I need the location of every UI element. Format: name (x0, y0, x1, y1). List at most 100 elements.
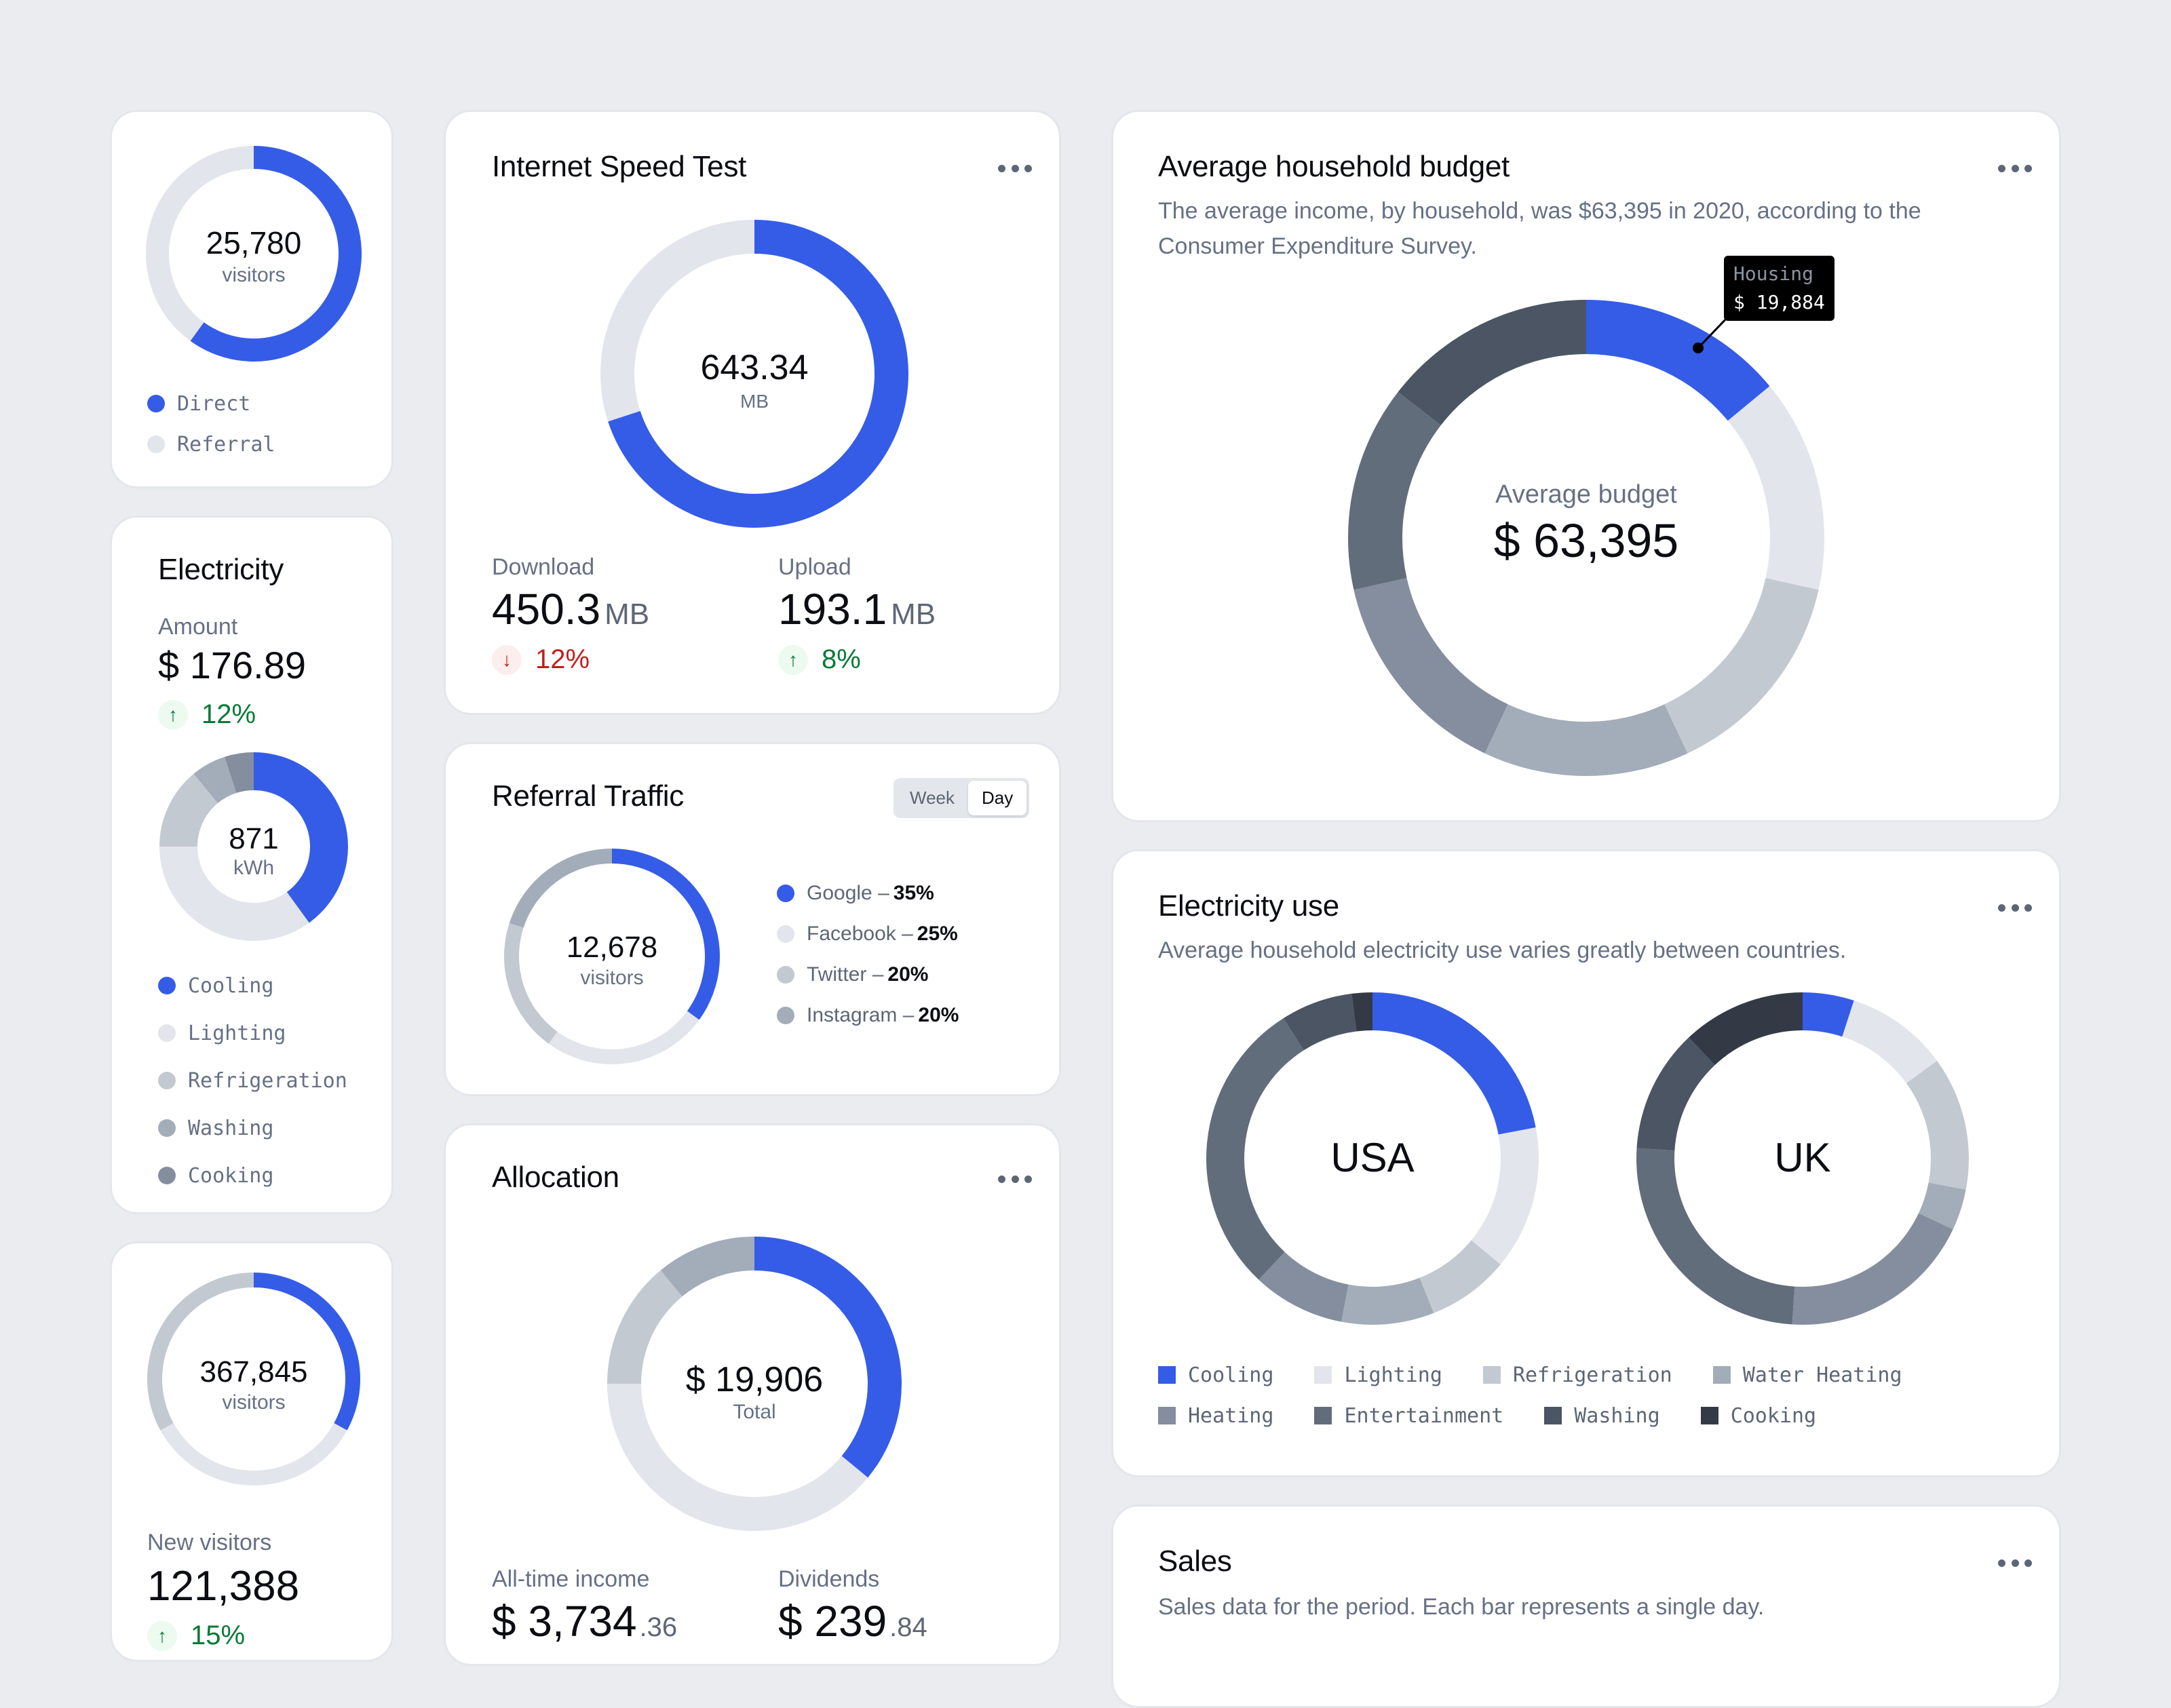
donut-center-unit: visitors (222, 1391, 285, 1414)
legend-item-facebook: Facebook –25% (777, 914, 959, 954)
donut-center-value: 643.34 (700, 348, 808, 387)
uk-donut: UK (1636, 992, 1969, 1325)
legend-label: Referral (177, 432, 275, 457)
legend-label: Twitter (807, 963, 867, 986)
speed-test-card: Internet Speed Test 643.34 MB Download 4… (444, 110, 1061, 715)
new-visitors-donut: 367,845 visitors (147, 1273, 360, 1486)
tooltip-label: Housing (1733, 263, 1814, 285)
household-budget-card: Average household budget The average inc… (1111, 110, 2061, 822)
visitors-legend: Direct Referral (147, 383, 275, 465)
legend-item-referral: Referral (147, 424, 275, 465)
legend-item-lighting: Lighting (1314, 1355, 1442, 1395)
download-unit: MB (604, 598, 650, 631)
legend-label: Heating (1188, 1403, 1274, 1428)
donut-segment-segment-7 (1398, 300, 1586, 425)
donut-center-value: $ 19,906 (686, 1360, 823, 1399)
donut-segment-segment-3 (607, 1270, 683, 1384)
legend-swatch (158, 1119, 176, 1137)
donut-center-value: 12,678 (566, 931, 658, 964)
legend-swatch (1482, 1366, 1501, 1384)
donut-center-unit: kWh (233, 857, 274, 879)
donut-segment-twitter (504, 923, 558, 1044)
donut-segment-segment-2 (1727, 386, 1824, 590)
electricity-card: Electricity Amount $ 176.89 ↑ 12% 871 kW… (110, 516, 393, 1214)
legend-label: Refrigeration (188, 1068, 347, 1093)
upload-label: Upload (778, 554, 851, 580)
donut-center-value: 25,780 (206, 225, 302, 260)
referral-donut: 12,678 visitors (504, 849, 720, 1064)
more-horizontal-icon[interactable] (1998, 1558, 2032, 1568)
toggle-day[interactable]: Day (968, 781, 1027, 815)
donut-segment-segment-1 (754, 1237, 902, 1478)
legend-label: Cooking (1730, 1403, 1817, 1428)
dividends-number: $ 239 (778, 1597, 887, 1646)
donut-center-value: 367,845 (199, 1355, 307, 1389)
donut-segment-heating (1792, 1213, 1953, 1325)
donut-center-label: Average budget (1495, 480, 1677, 509)
legend-item-cooking: Cooking (1700, 1395, 1817, 1436)
housing-tooltip: Housing $ 19,884 (1724, 256, 1834, 321)
trend-value: 15% (191, 1620, 246, 1650)
donut-center-unit: MB (740, 391, 769, 412)
new-visitors-value: 121,388 (147, 1563, 300, 1610)
allocation-card: Allocation $ 19,906 Total All-time incom… (444, 1123, 1061, 1666)
electricity-use-card: Electricity use Average household electr… (1111, 849, 2061, 1477)
download-value: 450.3 MB (492, 584, 649, 634)
legend-swatch (1158, 1366, 1176, 1384)
legend-item-washing: Washing (1544, 1395, 1660, 1436)
visitors-card: 25,780 visitors Direct Referral (110, 110, 393, 488)
donut-segment-upload (600, 220, 754, 422)
arrow-up-icon: ↑ (778, 644, 808, 675)
dividends-cents: .84 (889, 1612, 927, 1642)
legend-item-heating: Heating (1158, 1395, 1273, 1436)
legend-item-refrigeration: Refrigeration (1482, 1355, 1672, 1395)
legend-item-lighting: Lighting (158, 1009, 347, 1057)
new-visitors-card: 367,845 visitors New visitors 121,388 ↑ … (110, 1241, 393, 1662)
upload-number: 193.1 (778, 585, 887, 634)
toggle-week[interactable]: Week (896, 781, 968, 815)
donut-segment-segment-5 (1353, 578, 1508, 754)
donut-segment-entertainment (1636, 1148, 1795, 1325)
legend-swatch (1314, 1407, 1332, 1424)
arrow-down-icon: ↓ (492, 644, 522, 675)
donut-segment-facebook (548, 1011, 699, 1064)
donut-segment-cooking (1689, 992, 1803, 1066)
legend-item-cooling: Cooling (1158, 1355, 1273, 1395)
upload-trend: ↑ 8% (778, 644, 861, 675)
donut-center-unit: visitors (580, 967, 643, 989)
dividends-value: $ 239.84 (778, 1596, 927, 1646)
legend-pct: 25% (917, 923, 958, 945)
upload-unit: MB (891, 598, 936, 631)
donut-center-unit: visitors (222, 264, 285, 286)
referral-traffic-card: Referral Traffic Week Day 12,678 visitor… (444, 742, 1061, 1096)
legend-pct: 20% (887, 963, 929, 986)
legend-label: Water Heating (1742, 1363, 1902, 1387)
electricity-donut: 871 kWh (159, 752, 348, 941)
income-cents: .36 (639, 1612, 678, 1642)
donut-segment-segment-4 (1484, 704, 1688, 776)
legend-label: Cooling (1188, 1363, 1274, 1387)
legend-item-water-heating: Water Heating (1712, 1355, 1902, 1395)
legend-swatch (158, 1072, 176, 1089)
trend-badge: ↑ 15% (147, 1620, 245, 1651)
legend-swatch (1700, 1407, 1718, 1424)
legend-swatch (777, 1007, 794, 1024)
legend-pct: 35% (893, 882, 934, 904)
donut-segment-segment-3 (1664, 578, 1819, 754)
legend-label: Lighting (188, 1021, 286, 1045)
donut-center-value: $ 63,395 (1494, 514, 1678, 567)
speed-donut: 643.34 MB (600, 220, 908, 528)
uk-label: UK (1774, 1135, 1830, 1180)
legend-label: Google (807, 882, 872, 904)
legend-item-refrigeration: Refrigeration (158, 1057, 347, 1104)
legend-swatch (158, 977, 176, 994)
legend-item-direct: Direct (147, 383, 275, 424)
income-label: All-time income (492, 1566, 650, 1592)
upload-value: 193.1 MB (778, 584, 936, 634)
download-label: Download (492, 554, 595, 580)
legend-swatch (777, 925, 794, 943)
income-value: $ 3,734.36 (492, 1596, 677, 1646)
legend-label: Entertainment (1344, 1403, 1504, 1428)
legend-swatch (1712, 1366, 1731, 1384)
legend-label: Washing (188, 1116, 274, 1140)
